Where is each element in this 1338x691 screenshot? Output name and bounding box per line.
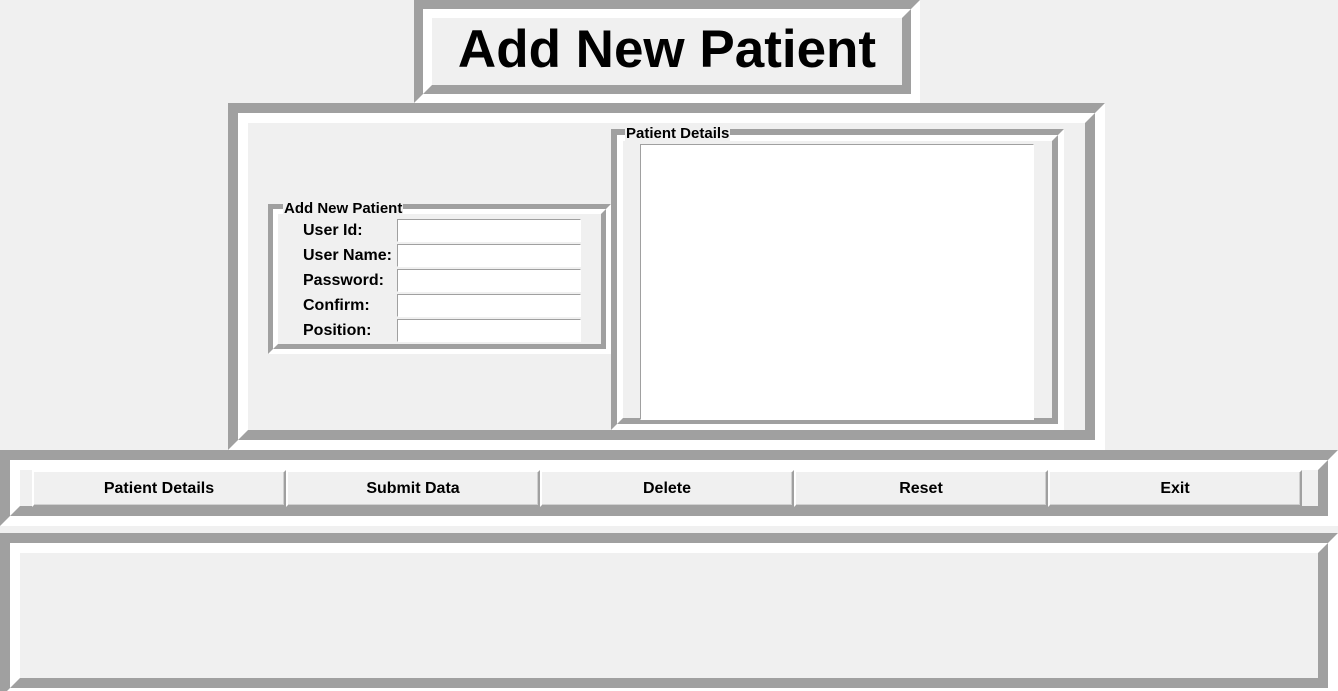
delete-button[interactable]: Delete — [540, 470, 794, 507]
patient-details-textarea[interactable] — [640, 144, 1034, 420]
patient-details-group: Patient Details — [611, 125, 1064, 430]
bottom-frame — [0, 533, 1338, 691]
confirm-input[interactable] — [397, 294, 581, 317]
title-frame: Add New Patient — [414, 0, 920, 103]
add-patient-group: Add New Patient User Id: User Name: Pass… — [268, 200, 611, 354]
position-row: Position: — [303, 319, 593, 343]
patient-details-group-title: Patient Details — [625, 125, 731, 142]
app-window: Add New Patient Add New Patient User Id:… — [0, 0, 1338, 691]
submit-data-button[interactable]: Submit Data — [286, 470, 540, 507]
password-label: Password: — [303, 272, 384, 289]
reset-button[interactable]: Reset — [794, 470, 1048, 507]
user-name-label: User Name: — [303, 247, 392, 264]
user-id-input[interactable] — [397, 219, 581, 242]
password-row: Password: — [303, 269, 593, 293]
user-name-row: User Name: — [303, 244, 593, 268]
user-id-row: User Id: — [303, 219, 593, 243]
position-input[interactable] — [397, 319, 581, 342]
exit-button[interactable]: Exit — [1048, 470, 1302, 507]
confirm-label: Confirm: — [303, 297, 370, 314]
password-input[interactable] — [397, 269, 581, 292]
page-title: Add New Patient — [457, 20, 877, 79]
position-label: Position: — [303, 322, 372, 339]
add-patient-group-title: Add New Patient — [283, 200, 404, 217]
confirm-row: Confirm: — [303, 294, 593, 318]
user-name-input[interactable] — [397, 244, 581, 267]
user-id-label: User Id: — [303, 222, 363, 239]
patient-details-button[interactable]: Patient Details — [32, 470, 286, 507]
